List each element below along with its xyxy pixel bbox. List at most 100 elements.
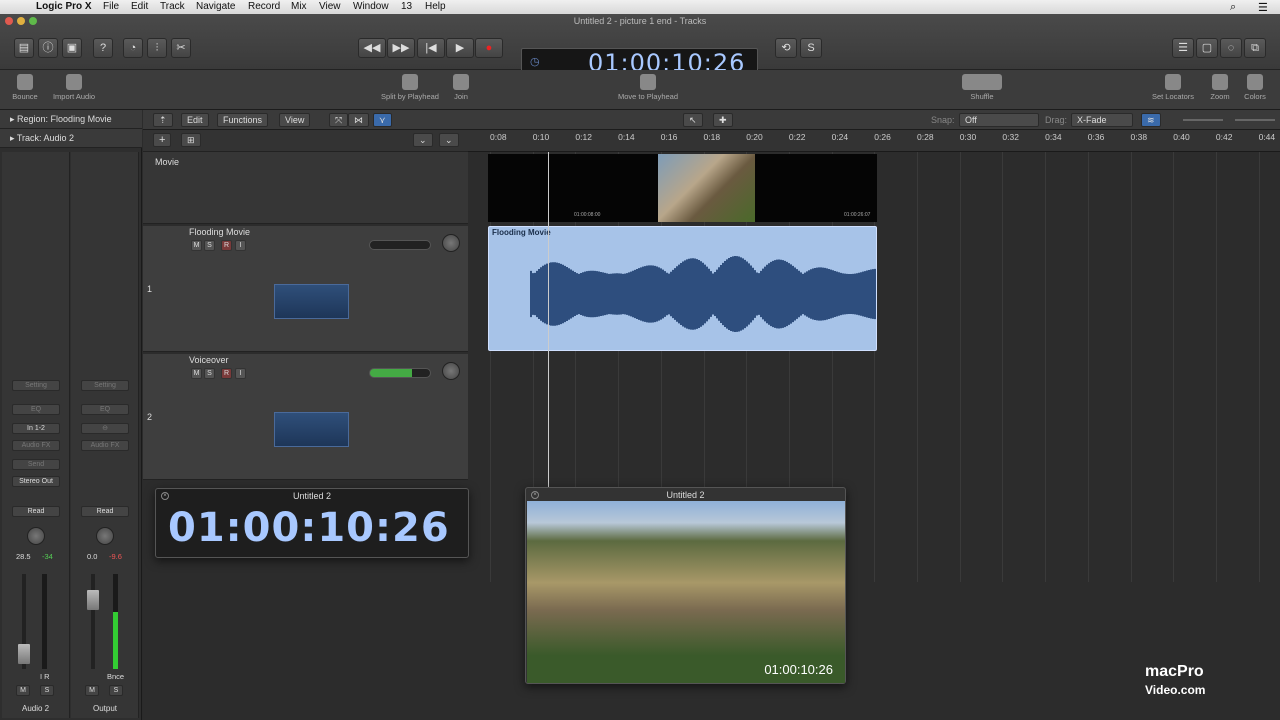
fader-cap[interactable] [87, 590, 99, 610]
join-button[interactable]: Join [450, 74, 472, 101]
menu-app[interactable]: Logic Pro X [36, 1, 92, 12]
add-track-button[interactable]: + [153, 133, 172, 147]
drag-select[interactable]: X-Fade [1071, 113, 1133, 127]
track-header-menu-icon[interactable]: ⌄ [413, 133, 433, 147]
move-to-playhead-button[interactable]: Move to Playhead [613, 74, 683, 101]
track-header-2[interactable]: 2 Voiceover M S R I [143, 354, 468, 480]
pan-knob[interactable] [27, 527, 45, 545]
region-inspector-header[interactable]: ▸ Region: Flooding Movie [0, 110, 142, 129]
pointer-tool-icon[interactable]: ↖ [683, 113, 703, 127]
pan-knob[interactable] [96, 527, 114, 545]
record-icon[interactable]: ● [475, 38, 503, 58]
bounce-button[interactable]: Bounce [8, 74, 42, 101]
volume-fader[interactable] [91, 574, 95, 669]
input-monitor-button[interactable]: I [235, 240, 246, 251]
solo-button[interactable]: S [40, 685, 54, 696]
movie-track-header[interactable]: Movie [143, 152, 468, 224]
timeline-ruler[interactable]: 0:08 0:10 0:12 0:14 0:16 0:18 0:20 0:22 0:24 0:26… [468, 130, 1280, 152]
set-locators-button[interactable]: Set Locators [1148, 74, 1198, 101]
inspector-icon[interactable]: ⓘ [38, 38, 58, 58]
bounce-button[interactable]: Bnce [107, 672, 124, 681]
link-icon[interactable]: ⊖ [81, 423, 129, 434]
send-button[interactable]: Send [12, 459, 60, 470]
track-name[interactable]: Voiceover [189, 355, 229, 365]
menu-edit[interactable]: Edit [131, 1, 148, 12]
eq-button[interactable]: EQ [12, 404, 60, 415]
mute-button[interactable]: M [191, 240, 202, 251]
menu-file[interactable]: File [103, 1, 119, 12]
menu-navigate[interactable]: Navigate [196, 1, 235, 12]
movie-window[interactable]: Untitled 2 × 01:00:10:26 [525, 487, 846, 684]
colors-button[interactable]: Colors [1240, 74, 1270, 101]
snap-select[interactable]: Off [959, 113, 1039, 127]
forward-icon[interactable]: ▶▶ [387, 38, 415, 58]
close-icon[interactable]: × [531, 491, 539, 499]
automation-mode-button[interactable]: Read [12, 506, 60, 517]
flex-icon[interactable]: ⋎ [373, 113, 392, 127]
collapse-icon[interactable]: ⌄ [439, 133, 459, 147]
menu-13[interactable]: 13 [401, 1, 412, 12]
browser-icon[interactable]: ⧉ [1244, 38, 1266, 58]
solo-icon[interactable]: S [800, 38, 822, 58]
menu-record[interactable]: Record [248, 1, 280, 12]
go-to-beginning-icon[interactable]: |◀ [417, 38, 445, 58]
audio-region[interactable]: Flooding Movie [488, 226, 877, 351]
search-icon[interactable]: ⌕ [1230, 1, 1236, 14]
import-audio-button[interactable]: Import Audio [50, 74, 98, 101]
new-track-icon[interactable]: ⊞ [181, 133, 201, 147]
mute-button[interactable]: M [16, 685, 30, 696]
ir-buttons[interactable]: I R [40, 672, 50, 681]
pan-knob[interactable] [442, 234, 460, 252]
toolbar-toggle-icon[interactable]: ▣ [62, 38, 82, 58]
waveform-zoom-icon[interactable]: ≋ [1141, 113, 1161, 127]
rewind-icon[interactable]: ◀◀ [358, 38, 386, 58]
horizontal-zoom-slider[interactable] [1235, 119, 1275, 121]
eq-button[interactable]: EQ [81, 404, 129, 415]
cycle-icon[interactable]: ⟲ [775, 38, 797, 58]
loop-browser-icon[interactable]: ◌ [1220, 38, 1242, 58]
automation-mode-button[interactable]: Read [81, 506, 129, 517]
volume-slider[interactable] [369, 368, 431, 378]
library-icon[interactable]: ▤ [14, 38, 34, 58]
setting-button[interactable]: Setting [12, 380, 60, 391]
close-icon[interactable]: × [161, 492, 169, 500]
shuffle-button[interactable]: Shuffle [962, 74, 1002, 101]
catch-icon[interactable]: ⤧ [329, 113, 349, 127]
up-arrow-button[interactable]: ⇡ [153, 113, 173, 127]
record-enable-button[interactable]: R [221, 368, 232, 379]
split-by-playhead-button[interactable]: Split by Playhead [378, 74, 442, 101]
functions-menu[interactable]: Functions [217, 113, 269, 127]
input-button[interactable]: In 1-2 [12, 423, 60, 434]
audio-fx-button[interactable]: Audio FX [12, 440, 60, 451]
track-header-1[interactable]: 1 Flooding Movie M S R I [143, 226, 468, 352]
pan-knob[interactable] [442, 362, 460, 380]
solo-button[interactable]: S [109, 685, 123, 696]
link-icon[interactable]: ⋈ [348, 113, 369, 127]
list-editors-icon[interactable]: ☰ [1172, 38, 1194, 58]
menu-track[interactable]: Track [160, 1, 185, 12]
menu-view[interactable]: View [319, 1, 341, 12]
secondary-tool-icon[interactable]: ✚ [713, 113, 733, 127]
output-button[interactable]: Stereo Out [12, 476, 60, 487]
vertical-zoom-slider[interactable] [1183, 119, 1223, 121]
record-enable-button[interactable]: R [221, 240, 232, 251]
smart-controls-icon[interactable]: ◔ [123, 38, 143, 58]
fader-cap[interactable] [18, 644, 30, 664]
timecode-window[interactable]: Untitled 2 × 01:00:10:26 [155, 488, 469, 558]
mute-button[interactable]: M [85, 685, 99, 696]
menu-help[interactable]: Help [425, 1, 446, 12]
input-monitor-button[interactable]: I [235, 368, 246, 379]
menu-mix[interactable]: Mix [291, 1, 307, 12]
mixer-icon[interactable]: ⫶ [147, 38, 167, 58]
volume-slider[interactable] [369, 240, 431, 250]
solo-button[interactable]: S [204, 240, 215, 251]
edit-menu[interactable]: Edit [181, 113, 209, 127]
zoom-button[interactable]: Zoom [1206, 74, 1234, 101]
mute-button[interactable]: M [191, 368, 202, 379]
setting-button[interactable]: Setting [81, 380, 129, 391]
view-menu[interactable]: View [279, 113, 311, 127]
editors-icon[interactable]: ✂ [171, 38, 191, 58]
track-name[interactable]: Flooding Movie [189, 227, 250, 237]
list-icon[interactable]: ☰ [1258, 1, 1268, 14]
audio-fx-button[interactable]: Audio FX [81, 440, 129, 451]
